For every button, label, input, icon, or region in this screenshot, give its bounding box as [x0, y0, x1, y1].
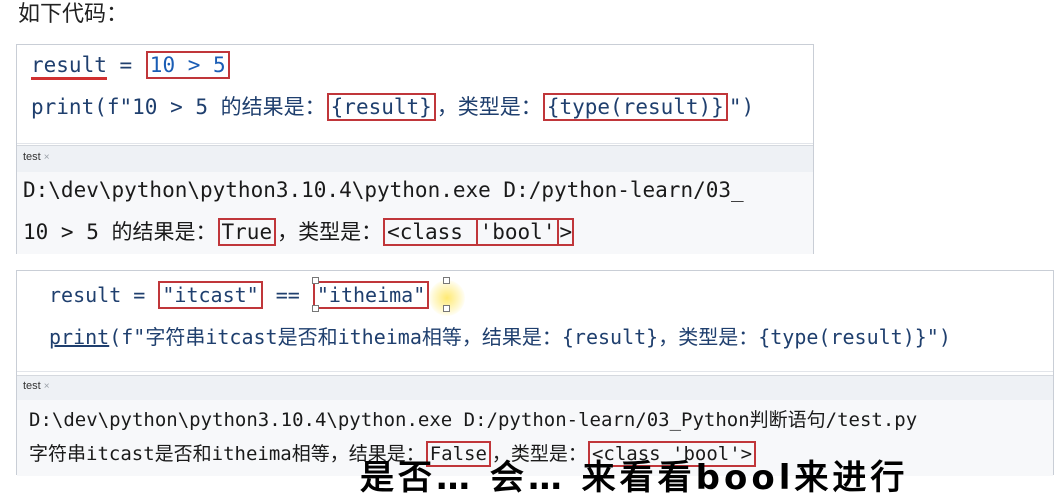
selection-handle[interactable] [443, 277, 450, 284]
run-tabbar-2: test × [17, 375, 1053, 401]
console-line-1: D:\dev\python\python3.10.4\python.exe D:… [29, 409, 918, 431]
tab-test-2[interactable]: test × [23, 380, 50, 392]
string-itcast: "itcast" [158, 281, 263, 309]
type-placeholder: {type(result)} [542, 93, 728, 121]
editor-separator [17, 143, 813, 144]
result-placeholder: {result} [326, 93, 436, 121]
comparison-expr: 10 > 5 [145, 51, 230, 79]
close-icon[interactable]: × [44, 152, 50, 163]
variable-result: result [31, 53, 107, 80]
code-line-2: print(f"10 > 5 的结果是： {result} ，类型是： {type(r… [31, 91, 754, 121]
print-middle: ，类型是： [436, 95, 542, 119]
type-close: > [559, 220, 573, 244]
console-1: D:\dev\python\python3.10.4\python.exe D:… [17, 172, 813, 254]
variable-result: result [49, 283, 122, 307]
editor-separator [17, 371, 1053, 372]
output-prefix: 10 > 5 的结果是： [23, 220, 217, 244]
tab-label: test [23, 151, 41, 163]
print-prefix: print(f"10 > 5 的结果是： [31, 95, 326, 119]
assign-op: = [106, 53, 145, 77]
selection-handle[interactable] [312, 277, 319, 284]
code-line-1: result = 10 > 5 [31, 51, 231, 80]
print-suffix: ") [728, 95, 755, 119]
selection-handle[interactable] [312, 305, 319, 312]
code-line-1: result = "itcast" == "itheima" [49, 281, 430, 309]
print-args: (f"字符串itcast是否和itheima相等，结果是：{result}，类型… [109, 325, 951, 349]
editor-1[interactable]: result = 10 > 5 print(f"10 > 5 的结果是： {res… [17, 45, 813, 143]
print-function[interactable]: print [49, 325, 109, 349]
output-middle: ，类型是： [277, 220, 383, 244]
run-tabbar-1: test × [17, 145, 813, 173]
console-line-1: D:\dev\python\python3.10.4\python.exe D:… [23, 178, 744, 202]
editor-2[interactable]: result = "itcast" == "itheima" print(f"字… [17, 271, 1053, 371]
selection-handle[interactable] [443, 305, 450, 312]
code-panel-1: result = 10 > 5 print(f"10 > 5 的结果是： {res… [16, 44, 814, 254]
console-line-2: 10 > 5 的结果是： True ，类型是： <class 'bool' > [23, 216, 575, 246]
output-type: <class 'bool'> [383, 218, 575, 246]
video-subtitle: 是否… 会… 来看看bool来进行 [360, 458, 909, 498]
code-panel-2: result = "itcast" == "itheima" print(f"字… [16, 270, 1054, 476]
page-heading: 如下代码： [18, 2, 129, 27]
output-value-true: True [217, 218, 277, 246]
string-itheima: "itheima" [312, 281, 430, 309]
equals-op: == [263, 283, 312, 307]
tab-label: test [23, 380, 41, 392]
assign-op: = [121, 283, 158, 307]
type-name-bool: 'bool' [475, 218, 560, 246]
close-icon[interactable]: × [44, 381, 50, 392]
code-line-2: print(f"字符串itcast是否和itheima相等，结果是：{resul… [49, 321, 951, 350]
tab-test-1[interactable]: test × [23, 151, 50, 163]
type-open: <class [387, 220, 476, 244]
